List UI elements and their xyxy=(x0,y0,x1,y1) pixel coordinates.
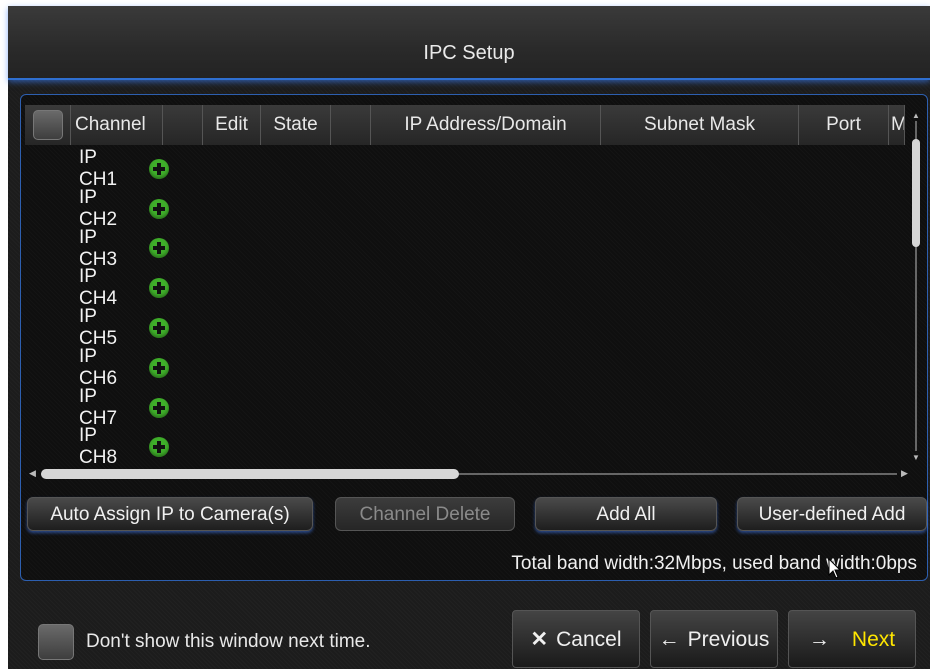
col-mac: M xyxy=(889,105,905,145)
scroll-down-icon[interactable]: ▼ xyxy=(912,453,920,462)
select-all-checkbox-cell[interactable] xyxy=(25,105,71,145)
channel-label: IP CH5 xyxy=(79,306,118,350)
plus-circle-icon[interactable] xyxy=(149,238,169,259)
arrow-right-icon: → xyxy=(808,628,830,651)
plus-circle-icon[interactable] xyxy=(149,357,169,378)
title-bar: IPC Setup xyxy=(8,6,930,80)
table-header: Channel Edit State IP Address/Domain Sub… xyxy=(25,105,905,145)
scroll-left-icon[interactable]: ◀ xyxy=(29,468,36,479)
x-icon: ✕ xyxy=(530,628,549,651)
vertical-scrollbar[interactable]: ▲ ▼ xyxy=(912,111,920,463)
channel-label: IP CH4 xyxy=(79,266,118,310)
channel-list: IP CH1 IP CH2 IP CH3 IP CH4 IP CH5 IP CH… xyxy=(25,146,905,469)
add-all-button[interactable]: Add All xyxy=(535,497,717,531)
previous-label: Previous xyxy=(687,628,770,651)
arrow-left-icon: ← xyxy=(658,628,680,651)
select-all-checkbox[interactable] xyxy=(32,109,63,140)
table-row[interactable]: IP CH3 xyxy=(25,226,905,270)
user-defined-add-button[interactable]: User-defined Add xyxy=(737,497,927,531)
col-edit: Edit xyxy=(203,105,261,145)
horizontal-scroll-thumb[interactable] xyxy=(41,469,459,479)
channel-label: IP CH6 xyxy=(79,345,118,389)
dont-show-checkbox-wrap[interactable] xyxy=(38,624,74,660)
channel-panel: Channel Edit State IP Address/Domain Sub… xyxy=(20,94,928,581)
col-blank-1 xyxy=(163,105,203,145)
channel-label: IP CH7 xyxy=(79,385,118,429)
table-row[interactable]: IP CH7 xyxy=(25,385,905,429)
col-state: State xyxy=(261,105,331,145)
table-row[interactable]: IP CH1 xyxy=(25,146,905,190)
plus-circle-icon[interactable] xyxy=(149,437,169,458)
dont-show-label: Don't show this window next time. xyxy=(86,631,371,652)
table-row[interactable]: IP CH5 xyxy=(25,306,905,350)
table-row[interactable]: IP CH2 xyxy=(25,186,905,230)
col-channel: Channel xyxy=(71,105,163,145)
previous-button[interactable]: ← Previous xyxy=(650,610,778,668)
plus-circle-icon[interactable] xyxy=(149,198,169,219)
next-button[interactable]: → Next xyxy=(788,610,916,668)
channel-label: IP CH3 xyxy=(79,226,118,270)
bandwidth-status: Total band width:32Mbps, used band width… xyxy=(511,553,917,574)
next-label: Next xyxy=(851,628,896,651)
channel-label: IP CH1 xyxy=(79,146,118,190)
plus-circle-icon[interactable] xyxy=(149,158,169,179)
channel-label: IP CH2 xyxy=(79,186,118,230)
col-subnet-mask: Subnet Mask xyxy=(601,105,799,145)
col-blank-2 xyxy=(331,105,371,145)
channel-delete-button[interactable]: Channel Delete xyxy=(335,497,515,531)
channel-label: IP CH8 xyxy=(79,425,118,469)
plus-circle-icon[interactable] xyxy=(149,318,169,339)
plus-circle-icon[interactable] xyxy=(149,397,169,418)
table-row[interactable]: IP CH4 xyxy=(25,266,905,310)
auto-assign-ip-button[interactable]: Auto Assign IP to Camera(s) xyxy=(27,497,313,531)
cancel-button[interactable]: ✕ Cancel xyxy=(512,610,640,668)
scroll-right-icon[interactable]: ▶ xyxy=(901,468,908,479)
mouse-cursor-icon xyxy=(828,558,842,579)
table-row[interactable]: IP CH6 xyxy=(25,345,905,389)
cancel-label: Cancel xyxy=(556,628,622,651)
col-ip-address: IP Address/Domain xyxy=(371,105,601,145)
plus-circle-icon[interactable] xyxy=(149,278,169,299)
col-port: Port xyxy=(799,105,889,145)
horizontal-scrollbar[interactable]: ◀ ▶ xyxy=(29,468,909,479)
ipc-setup-window: IPC Setup Channel Edit State IP Address/… xyxy=(8,6,930,669)
window-title: IPC Setup xyxy=(423,42,515,64)
vertical-scroll-thumb[interactable] xyxy=(912,139,920,247)
scroll-up-icon[interactable]: ▲ xyxy=(912,111,920,120)
dont-show-checkbox[interactable] xyxy=(38,624,74,660)
table-row[interactable]: IP CH8 xyxy=(25,425,905,469)
